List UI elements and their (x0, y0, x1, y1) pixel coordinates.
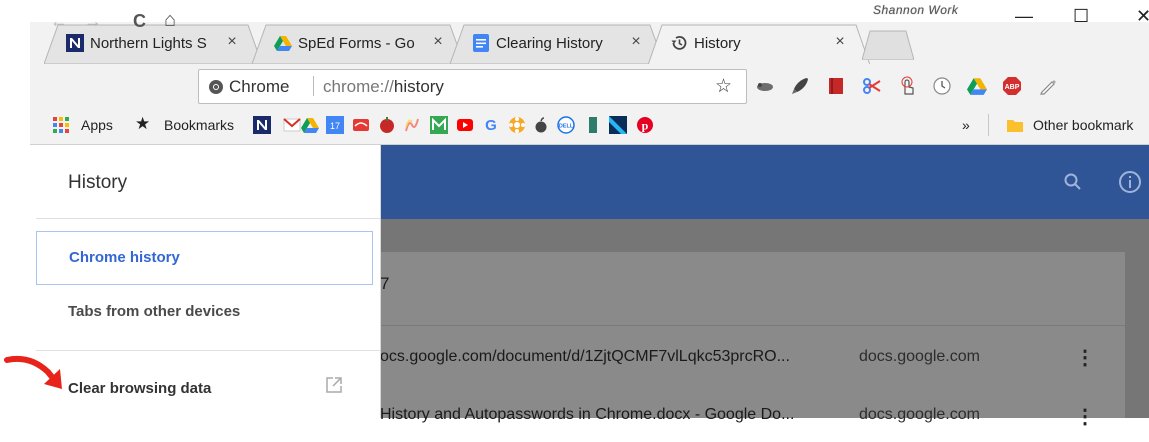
google-docs-icon (473, 34, 489, 52)
site-label: Chrome (229, 77, 290, 96)
more-actions-icon[interactable]: ⋮ (1075, 404, 1095, 429)
tab-northern-lights[interactable]: Northern Lights S × (44, 24, 262, 64)
google-drive-icon[interactable] (301, 116, 319, 134)
pinterest-icon[interactable]: p (636, 116, 654, 134)
bookmarks-folder[interactable]: Bookmarks (164, 117, 234, 133)
history-card: 7 ocs.google.com/document/d/1ZjtQCMF7vlL… (380, 252, 1125, 428)
tab-close-icon[interactable]: × (628, 33, 644, 51)
history-row-title[interactable]: ocs.google.com/document/d/1ZjtQCMF7vlLqk… (380, 348, 790, 366)
tab-title: Northern Lights S (90, 35, 207, 52)
tab-clearing-history[interactable]: Clearing History × (450, 24, 664, 64)
more-actions-icon[interactable]: ⋮ (1075, 345, 1095, 370)
adblock-icon[interactable]: ABP (1002, 76, 1022, 96)
scissors-icon[interactable] (862, 76, 882, 96)
bookmarks-divider (988, 114, 989, 136)
calendar-icon[interactable]: 17 (326, 116, 344, 134)
history-toolbar (380, 145, 1149, 219)
info-icon[interactable] (1118, 170, 1142, 194)
star-icon: ★ (135, 114, 151, 133)
svg-text:p: p (642, 119, 649, 133)
history-clock-icon (671, 35, 687, 50)
tab-sped-forms[interactable]: SpEd Forms - Go × (252, 24, 464, 64)
bookmark-star-icon[interactable]: ☆ (715, 75, 732, 98)
apps-grid-icon (53, 117, 69, 133)
profile-name[interactable]: Shannon Work (873, 3, 958, 17)
back-button[interactable]: ← (50, 11, 68, 32)
search-icon[interactable] (1063, 172, 1083, 192)
url-text[interactable]: chrome://history (323, 77, 444, 97)
northern-lights-icon (66, 34, 84, 52)
history-date-heading: 7 (380, 274, 390, 293)
google-drive-icon (274, 36, 292, 51)
tab-title: Clearing History (496, 35, 603, 52)
bookmarks-overflow-button[interactable]: » (962, 117, 970, 133)
flower-icon[interactable] (508, 116, 526, 134)
card-divider (380, 325, 1125, 326)
dell-icon[interactable]: DELL (557, 116, 575, 134)
svg-text:ABP: ABP (1005, 84, 1020, 91)
tab-close-icon[interactable]: × (832, 33, 848, 51)
history-row-domain: docs.google.com (859, 406, 980, 423)
tab-history-active[interactable]: History × (648, 24, 870, 65)
drawer-item-other-devices[interactable]: Tabs from other devices (68, 303, 240, 320)
history-row-domain: docs.google.com (859, 348, 980, 365)
history-drawer: History Chrome history Tabs from other d… (36, 145, 381, 418)
other-bookmarks-folder[interactable]: Other bookmark (1033, 117, 1133, 133)
tab-title: SpEd Forms - Go (298, 35, 415, 52)
chrome-icon (209, 80, 223, 94)
close-window-button[interactable]: ✕ (1136, 6, 1149, 27)
apple-teacher-icon[interactable] (378, 116, 396, 134)
folder-icon (1007, 120, 1023, 132)
m-icon[interactable] (430, 116, 448, 134)
svg-text:DELL: DELL (559, 124, 574, 130)
tab-close-icon[interactable]: × (430, 33, 446, 51)
omnibox-divider (313, 76, 314, 96)
green-bookmark-icon[interactable] (584, 116, 602, 134)
drawer-title: History (68, 172, 128, 193)
annotation-arrow-icon (4, 355, 62, 389)
minimize-button[interactable]: — (1015, 6, 1033, 27)
apps-shortcut[interactable]: Apps (81, 117, 113, 133)
diagonal-stripe-icon[interactable] (609, 116, 627, 134)
svg-text:G: G (485, 117, 497, 134)
clock-icon[interactable] (932, 76, 952, 96)
home-button[interactable]: ⌂ (164, 9, 176, 32)
book-icon[interactable] (826, 76, 846, 96)
history-row[interactable]: History and Autopasswords in Chrome.docx… (380, 392, 1125, 442)
url-scheme: chrome:// (323, 77, 394, 96)
history-row-title[interactable]: History and Autopasswords in Chrome.docx… (380, 406, 794, 424)
maximize-button[interactable]: ☐ (1073, 6, 1089, 27)
pen-icon[interactable] (1038, 76, 1058, 96)
drawer-item-clear-browsing-data[interactable]: Clear browsing data (68, 380, 211, 397)
tab-title: History (694, 35, 741, 52)
extension-icon[interactable] (755, 76, 775, 96)
url-path: history (393, 77, 444, 96)
drawer-item-label: Chrome history (69, 249, 180, 266)
drawer-divider (36, 350, 380, 351)
red-card-icon[interactable] (352, 116, 370, 134)
reload-button[interactable]: C (133, 11, 146, 32)
touch-icon[interactable] (897, 76, 917, 96)
swirl-icon[interactable] (403, 116, 421, 134)
drawer-divider (36, 218, 380, 219)
rocket-icon[interactable] (790, 76, 810, 96)
drawer-item-chrome-history[interactable]: Chrome history (36, 231, 373, 285)
google-drive-icon[interactable] (967, 76, 987, 96)
address-bar[interactable]: Chrome chrome://history ☆ (198, 69, 747, 104)
northern-lights-icon[interactable] (253, 116, 271, 134)
google-icon[interactable]: G (482, 116, 500, 134)
tab-close-icon[interactable]: × (224, 33, 240, 51)
forward-button[interactable]: → (84, 11, 102, 32)
external-link-icon[interactable] (324, 375, 344, 395)
new-tab-button[interactable] (862, 30, 914, 60)
apple-icon[interactable] (532, 116, 550, 134)
youtube-icon[interactable] (456, 116, 474, 134)
gmail-icon[interactable] (283, 116, 301, 134)
history-row[interactable]: ocs.google.com/document/d/1ZjtQCMF7vlLqk… (380, 332, 1125, 382)
